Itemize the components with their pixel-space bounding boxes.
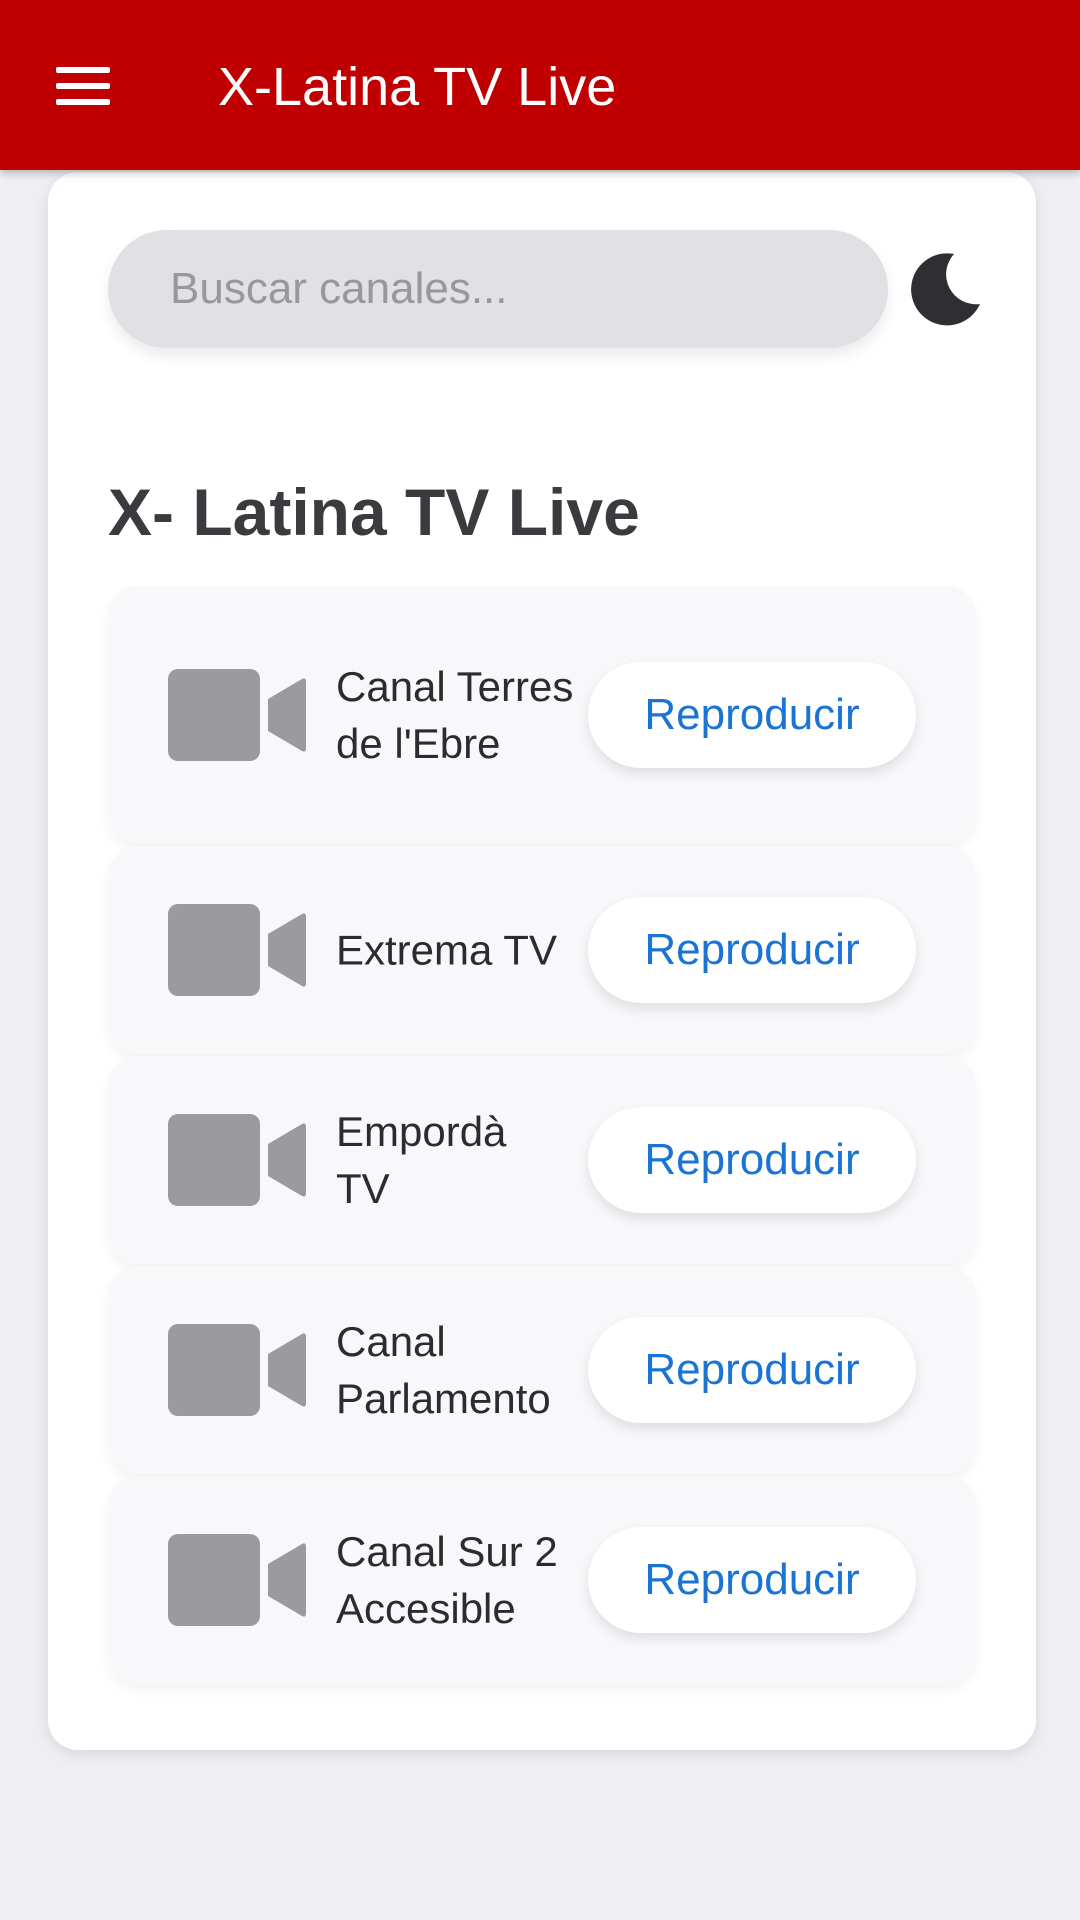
section-title: X- Latina TV Live (108, 475, 640, 549)
channel-item: Extrema TV Reproducir (108, 846, 976, 1054)
video-camera-icon (168, 669, 306, 761)
video-camera-icon (168, 904, 306, 996)
video-camera-icon (168, 1324, 306, 1416)
channel-item: Empordà TV Reproducir (108, 1056, 976, 1264)
channel-name: Canal Parlamento (336, 1318, 551, 1422)
play-button[interactable]: Reproducir (588, 897, 916, 1003)
channel-name: Empordà TV (336, 1108, 507, 1212)
app-title: X-Latina TV Live (218, 57, 617, 117)
channel-item: Canal Terres de l'Ebre Reproducir (108, 586, 976, 844)
channel-name: Extrema TV (336, 926, 557, 974)
moon-icon[interactable] (904, 248, 986, 330)
hamburger-menu-icon[interactable] (48, 58, 120, 114)
channel-name: Canal Terres de l'Ebre (336, 663, 574, 767)
search-input[interactable] (168, 263, 852, 315)
play-button[interactable]: Reproducir (588, 1317, 916, 1423)
play-button[interactable]: Reproducir (588, 1107, 916, 1213)
app-bar: X-Latina TV Live (0, 0, 1080, 170)
channel-item: Canal Sur 2 Accesible Reproducir (108, 1476, 976, 1684)
channel-list: Canal Terres de l'Ebre Reproducir Extrem… (108, 586, 976, 1686)
channel-item: Canal Parlamento Reproducir (108, 1266, 976, 1474)
main-card: X- Latina TV Live Canal Terres de l'Ebre… (48, 172, 1036, 1750)
play-button[interactable]: Reproducir (588, 1527, 916, 1633)
channel-name: Canal Sur 2 Accesible (336, 1528, 558, 1632)
video-camera-icon (168, 1534, 306, 1626)
play-button[interactable]: Reproducir (588, 662, 916, 768)
video-camera-icon (168, 1114, 306, 1206)
search-bar (108, 230, 888, 348)
